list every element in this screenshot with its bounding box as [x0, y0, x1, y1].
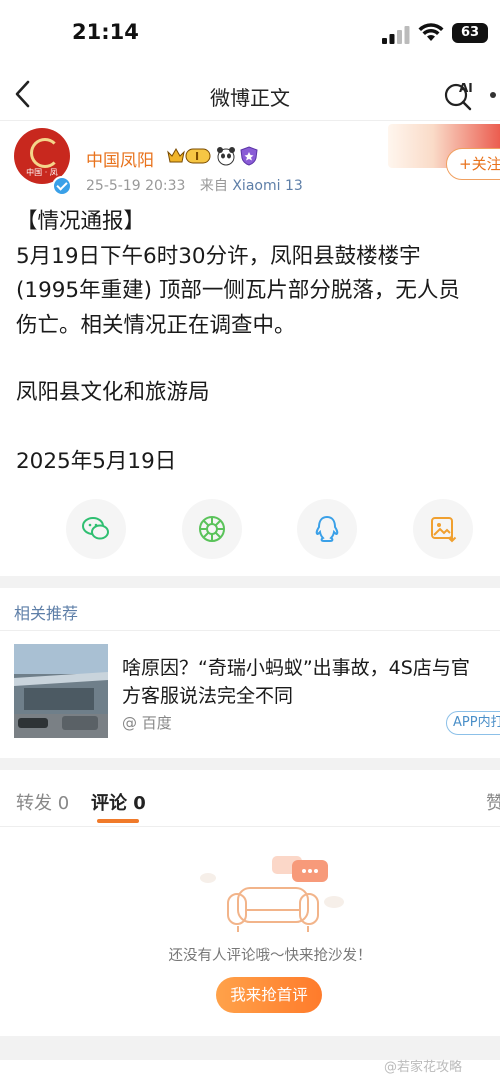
empty-sofa-icon [200, 856, 344, 932]
member-level-badge-icon: I [167, 147, 211, 164]
post-content: 【情况通报】 5月19日下午6时30分许，凤阳县鼓楼楼宇 (1995年重建) 顶… [16, 205, 500, 343]
recommend-thumbnail[interactable] [14, 644, 108, 738]
share-qq-button[interactable] [297, 499, 357, 559]
active-tab-indicator [97, 819, 139, 823]
wifi-icon [418, 23, 444, 41]
wechat-icon [82, 517, 109, 540]
ai-search-icon[interactable]: AI [442, 78, 476, 112]
save-image-icon [431, 517, 457, 543]
member-level: I [195, 150, 199, 163]
watermark: @若家花攻略 [384, 1060, 463, 1075]
fengyang-logo-icon [30, 138, 60, 168]
follow-button[interactable]: +关注 [446, 148, 500, 180]
post-line: 伤亡。相关情况正在调查中。 [16, 312, 296, 338]
empty-comments-message: 还没有人评论哦～快来抢沙发！ [168, 948, 372, 964]
qq-icon [315, 515, 339, 542]
post-line: 【情况通报】 [16, 209, 146, 234]
post-line: 5月19日下午6时30分许，凤阳县鼓楼楼宇 [16, 243, 421, 269]
open-in-app-button[interactable]: APP内打开 [446, 711, 500, 735]
recommend-headline-line: 啥原因？“奇瑞小蚂蚁”出事故，4S店与官 [122, 657, 470, 679]
save-image-button[interactable] [413, 499, 473, 559]
status-time: 21:14 [72, 20, 139, 44]
post-date: 2025年5月19日 [16, 449, 177, 474]
source-prefix: 来自 [199, 178, 228, 194]
ai-label: AI [459, 81, 473, 95]
tab-repost[interactable]: 转发 0 [16, 789, 69, 815]
panda-badge-icon [217, 147, 235, 166]
recommend-source: @ 百度 [122, 714, 172, 732]
post-device[interactable]: Xiaomi 13 [232, 178, 302, 194]
first-comment-button[interactable]: 我来抢首评 [216, 977, 322, 1013]
cellular-signal-icon [382, 26, 410, 44]
building-photo-icon [14, 644, 108, 738]
recommend-headline[interactable]: 啥原因？“奇瑞小蚂蚁”出事故，4S店与官 方客服说法完全不同 [122, 654, 500, 710]
post-line: (1995年重建) 顶部一侧瓦片部分脱落，无人员 [16, 278, 460, 303]
divider [0, 630, 500, 631]
share-wechat-button[interactable] [66, 499, 126, 559]
section-separator [0, 576, 500, 588]
tab-like[interactable]: 赞 [486, 789, 500, 815]
recommend-headline-line: 方客服说法完全不同 [122, 685, 294, 707]
share-moments-button[interactable] [182, 499, 242, 559]
page-title: 微博正文 [210, 86, 290, 110]
battery-indicator: 63 [452, 23, 488, 43]
verified-badge-icon [52, 176, 72, 196]
more-options-icon[interactable] [490, 92, 496, 98]
post-signature: 凤阳县文化和旅游局 [16, 380, 210, 405]
divider [0, 120, 500, 121]
section-separator [0, 758, 500, 770]
post-meta: 25-5-19 20:33 来自 Xiaomi 13 [86, 175, 303, 195]
tab-comment[interactable]: 评论 0 [91, 789, 146, 815]
author-name[interactable]: 中国凤阳 [86, 146, 154, 171]
divider [0, 826, 500, 827]
moments-icon [199, 516, 225, 542]
shield-badge-icon [240, 146, 258, 166]
recommend-title: 相关推荐 [14, 604, 79, 623]
post-time: 25-5-19 20:33 [86, 178, 186, 194]
